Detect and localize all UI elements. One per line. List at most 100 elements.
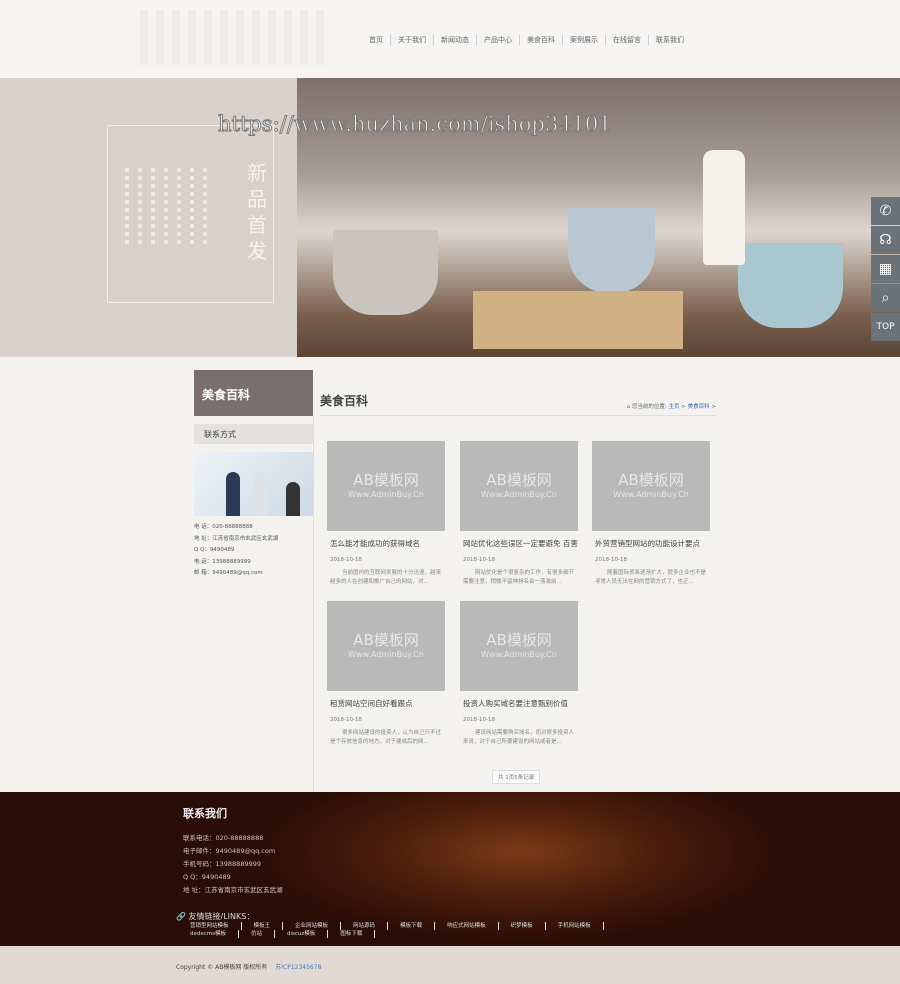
article-thumbnail[interactable]: AB模板网 Www.AdminBuy.Cn [592, 441, 710, 531]
article-summary: 建设网站需要购买域名，而对很多投资人来说，对于自己所要建设的网站或者是... [463, 730, 575, 745]
nav-message[interactable]: 在线留言 [606, 35, 649, 45]
article-title[interactable]: 投资人购买域名要注意甄别价值 [460, 698, 578, 709]
article-card[interactable]: AB模板网 Www.AdminBuy.Cn 怎么能才能成功的获得域名 2018-1… [327, 441, 445, 587]
cup-image [333, 230, 438, 315]
article-card[interactable]: AB模板网 Www.AdminBuy.Cn 投资人购买域名要注意甄别价值 2018… [460, 601, 578, 747]
friend-link[interactable]: 响应式网站模板 [435, 922, 499, 930]
nav-cases[interactable]: 案例展示 [563, 35, 606, 45]
contact-qq: Q Q：9490489 [194, 547, 235, 553]
links-title: 友情链接/LINKS： [188, 912, 255, 921]
copyright-bar: Copyright © AB模板网 版权所有 苏ICP12345678 [0, 946, 900, 984]
nav-products[interactable]: 产品中心 [477, 35, 520, 45]
article-thumbnail[interactable]: AB模板网 Www.AdminBuy.Cn [460, 441, 578, 531]
side-toolbar: ✆ ☊ ▦ ⌕ TOP [871, 197, 900, 342]
friend-link[interactable]: 仿站 [239, 930, 276, 938]
article-date: 2018-10-18 [330, 557, 362, 563]
contact-photo [194, 452, 313, 516]
nav-home[interactable]: 首页 [362, 35, 391, 45]
icp-link[interactable]: 苏ICP12345678 [275, 964, 321, 971]
nav-contact[interactable]: 联系我们 [649, 35, 691, 45]
article-date: 2018-10-18 [463, 557, 495, 563]
contact-address: 地 址：江苏省南京市玄武区玄武湖 [194, 535, 279, 542]
friend-link[interactable]: 模板下载 [388, 922, 436, 930]
article-title[interactable]: 网站优化这些误区一定要避免 百害 [460, 538, 578, 549]
search-icon[interactable]: ⌕ [871, 284, 900, 312]
breadcrumb-home[interactable]: 主页 [669, 404, 680, 410]
breadcrumb-sep: > [681, 404, 686, 410]
footer-email: 电子邮件：9490489@qq.com [183, 847, 276, 855]
friend-link[interactable]: 手机网站模板 [546, 922, 604, 930]
thumb-text: AB模板网 [486, 631, 552, 649]
thumb-text: AB模板网 [486, 471, 552, 489]
sidebar-title: 美食百科 [194, 370, 313, 416]
article-thumbnail[interactable]: AB模板网 Www.AdminBuy.Cn [327, 441, 445, 531]
footer-phone: 联系电话：020-88888888 [183, 834, 264, 842]
breadcrumb: ⌂ 您当前的位置: 主页 > 美食百科 > [627, 402, 716, 410]
divider [313, 416, 314, 792]
thumb-text: AB模板网 [353, 631, 419, 649]
title-divider [320, 415, 716, 416]
support-icon[interactable]: ☊ [871, 226, 900, 254]
vase-image [703, 150, 745, 265]
friend-links: 🔗 友情链接/LINKS： 营销型网站模板 模板王 企业网站模板 网站源码 模板下载 响应… [176, 911, 604, 938]
cup-image [568, 208, 655, 293]
top-icon[interactable]: TOP [871, 313, 900, 341]
nav-about[interactable]: 关于我们 [391, 35, 434, 45]
thumb-subtext: Www.AdminBuy.Cn [481, 650, 557, 659]
footer-qq: Q Q：9490489 [183, 873, 231, 881]
sidebar: 美食百科 联系方式 电 话：020-88888888 地 址：江苏省南京市玄武区… [194, 370, 313, 580]
thumb-subtext: Www.AdminBuy.Cn [613, 490, 689, 499]
main-nav: 首页 关于我们 新闻动态 产品中心 美食百科 案例展示 在线留言 联系我们 [362, 35, 691, 45]
links-row: dedecms模板 仿站 discuz模板 图标下载 [190, 930, 604, 938]
article-title[interactable]: 外贸营销型网站的功能设计要点 [592, 538, 710, 549]
nav-news[interactable]: 新闻动态 [434, 35, 477, 45]
page-title: 美食百科 [320, 394, 369, 408]
wood-block [473, 291, 683, 349]
banner-poem [125, 168, 207, 248]
friend-link[interactable]: 织梦模板 [499, 922, 546, 930]
article-thumbnail[interactable]: AB模板网 Www.AdminBuy.Cn [460, 601, 578, 691]
logo[interactable] [140, 10, 330, 65]
article-title[interactable]: 租赁网站空间自好看跟点 [327, 698, 445, 709]
thumb-subtext: Www.AdminBuy.Cn [348, 650, 424, 659]
footer: 联系我们 联系电话：020-88888888 电子邮件：9490489@qq.c… [0, 792, 900, 946]
friend-link[interactable]: dedecms模板 [190, 930, 239, 938]
nav-food[interactable]: 美食百科 [520, 35, 563, 45]
pagination-info: 共 1页5条记录 [492, 770, 541, 784]
article-card[interactable]: AB模板网 Www.AdminBuy.Cn 网站优化这些误区一定要避免 百害 20… [460, 441, 578, 587]
qrcode-icon[interactable]: ▦ [871, 255, 900, 283]
article-card[interactable]: AB模板网 Www.AdminBuy.Cn 租赁网站空间自好看跟点 2018-10… [327, 601, 445, 747]
article-summary: 很多网站建设的投资人，认为自己只不过是个存放信息的地方，对于建成后的网... [330, 730, 442, 745]
contact-phone: 电 话：020-88888888 [194, 524, 253, 530]
header: 首页 关于我们 新闻动态 产品中心 美食百科 案例展示 在线留言 联系我们 [0, 0, 900, 78]
article-thumbnail[interactable]: AB模板网 Www.AdminBuy.Cn [327, 601, 445, 691]
copyright: Copyright © AB模板网 版权所有 [176, 964, 268, 971]
article-date: 2018-10-18 [595, 557, 627, 563]
article-summary: 当前国内的互联网发展的十分迅速，越来越多的人在创建和推广自己的网站，对... [330, 570, 442, 585]
friend-link[interactable]: 企业网站模板 [283, 922, 342, 930]
watermark: https://www.huzhan.com/ishop34101 [218, 112, 613, 137]
footer-title: 联系我们 [183, 807, 227, 820]
sidebar-contact-info: 电 话：020-88888888 地 址：江苏省南京市玄武区玄武湖 Q Q：94… [194, 522, 313, 580]
article-title[interactable]: 怎么能才能成功的获得域名 [327, 538, 445, 549]
friend-link[interactable]: 营销型网站模板 [190, 922, 242, 930]
breadcrumb-prefix: 您当前的位置: [631, 404, 667, 410]
link-icon: 🔗 [176, 912, 189, 921]
article-card[interactable]: AB模板网 Www.AdminBuy.Cn 外贸营销型网站的功能设计要点 2018… [592, 441, 710, 587]
contact-mobile: 电 话：13988889999 [194, 558, 251, 565]
friend-link[interactable]: 网站源码 [341, 922, 389, 930]
footer-contact-info: 联系电话：020-88888888 电子邮件：9490489@qq.com 手机… [183, 832, 283, 897]
banner-title: 新品首发 [247, 161, 267, 263]
friend-link[interactable]: 模板王 [242, 922, 284, 930]
friend-link[interactable]: discuz模板 [275, 930, 329, 938]
banner: 新品首发 https://www.huzhan.com/ishop34101 [0, 78, 900, 357]
friend-link[interactable]: 图标下载 [328, 930, 376, 938]
breadcrumb-current[interactable]: 美食百科 [688, 404, 710, 410]
article-date: 2018-10-18 [463, 717, 495, 723]
links-row: 营销型网站模板 模板王 企业网站模板 网站源码 模板下载 响应式网站模板 织梦模板 手机网站模… [190, 922, 604, 930]
phone-icon[interactable]: ✆ [871, 197, 900, 225]
footer-address: 地 址：江苏省南京市玄武区玄武湖 [183, 886, 283, 894]
thumb-subtext: Www.AdminBuy.Cn [348, 490, 424, 499]
contact-email: 邮 箱：9490489@qq.com [194, 570, 263, 576]
article-summary: 随着国际贸易逐渐扩大，很多企业也不是寻常人员无法在网的营销方式了，也正... [595, 570, 707, 585]
